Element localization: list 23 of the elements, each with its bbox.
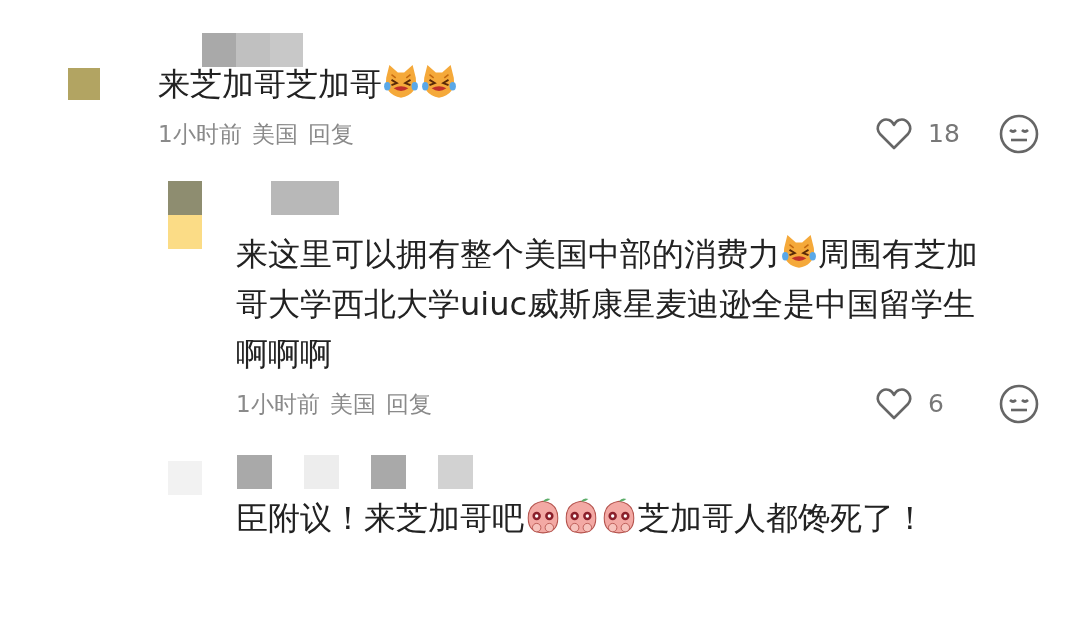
comment-text: 臣附议！来芝加哥吧: [236, 499, 524, 537]
like-count: 6: [928, 388, 945, 421]
comment-text: 来芝加哥芝加哥: [158, 65, 382, 103]
comment-location: 美国: [251, 119, 298, 149]
reply-link[interactable]: 回复: [307, 116, 354, 152]
crying-cat-icon: [382, 63, 420, 101]
comment-time: 1小时前: [236, 389, 320, 419]
comment-text: 来这里可以拥有整个美国中部的消费力: [236, 235, 780, 273]
comment-time: 1小时前: [158, 119, 242, 149]
dislike-face-icon[interactable]: [998, 383, 1040, 425]
comment-text: 周围有芝加: [818, 235, 978, 273]
crying-cat-icon: [780, 233, 818, 271]
comment-text: 芝加哥人都馋死了！: [638, 499, 926, 537]
reply-link[interactable]: 回复: [385, 386, 432, 422]
redacted-name: [271, 181, 339, 215]
comment-location: 美国: [329, 389, 376, 419]
crying-cat-icon: [420, 63, 458, 101]
redacted-avatar: [168, 181, 202, 249]
comment-text: 啊啊啊: [236, 335, 332, 373]
redacted-avatar: [68, 68, 100, 100]
comment-text: 哥大学西北大学uiuc威斯康星麦迪逊全是中国留学生: [236, 285, 976, 323]
dislike-face-icon[interactable]: [998, 113, 1040, 155]
like-count: 18: [928, 118, 961, 151]
